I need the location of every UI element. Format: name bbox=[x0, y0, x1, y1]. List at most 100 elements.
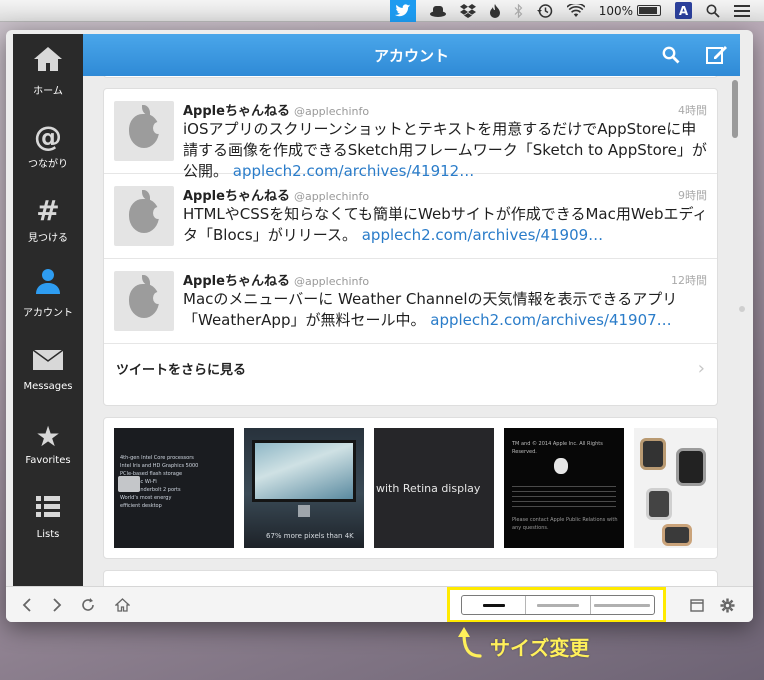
sidebar-item-account[interactable]: アカウント bbox=[13, 258, 83, 328]
sidebar-item-label: ホーム bbox=[33, 86, 63, 97]
tweet-item[interactable]: Appleちゃんねる @applechinfo 12時間 Macのメニューバーに … bbox=[104, 259, 717, 344]
avatar[interactable] bbox=[114, 186, 174, 246]
watch-image bbox=[640, 438, 666, 470]
compose-button[interactable] bbox=[706, 44, 728, 66]
flame-icon[interactable] bbox=[489, 3, 500, 18]
window-edge-dot bbox=[739, 306, 745, 312]
tweet-item[interactable]: Appleちゃんねる @applechinfo 4時間 iOSアプリのスクリーンシ… bbox=[104, 89, 717, 180]
wifi-icon[interactable] bbox=[566, 4, 585, 17]
tweet-item[interactable]: Appleちゃんねる @applechinfo 9時間 HTMLやCSSを知らなく… bbox=[104, 174, 717, 259]
avatar[interactable] bbox=[114, 101, 174, 161]
gear-icon bbox=[719, 597, 735, 613]
tweet-body: iOSアプリのスクリーンショットとテキストを用意するだけでAppStoreに申請… bbox=[183, 119, 708, 182]
media-caption-line: efficient desktop bbox=[120, 503, 162, 509]
tweet-body: Macのメニューバーに Weather Channelの天気情報を表示できるアプ… bbox=[183, 289, 708, 331]
time-machine-icon[interactable] bbox=[536, 3, 553, 19]
battery-percentage: 100% bbox=[598, 3, 633, 18]
search-icon bbox=[662, 46, 680, 64]
chevron-right-icon bbox=[53, 598, 62, 612]
timeline-content[interactable]: Appleちゃんねる @applechinfo 4時間 iOSアプリのスクリーンシ… bbox=[83, 76, 740, 586]
media-caption-line: World's most energy bbox=[120, 495, 172, 501]
sidebar-item-messages[interactable]: Messages bbox=[13, 334, 83, 404]
size-bar-icon bbox=[482, 603, 505, 607]
media-thumbnail[interactable]: with Retina display bbox=[374, 428, 494, 548]
sidebar: ホーム @ つながり # 見つける アカウント Messages ★ Favor… bbox=[13, 34, 83, 586]
bottom-toolbar bbox=[6, 586, 753, 622]
twitter-icon[interactable] bbox=[389, 0, 416, 22]
media-caption-line: TM and © 2014 Apple Inc. All Rights Rese… bbox=[512, 441, 603, 455]
tweet-link[interactable]: applech2.com/archives/41907… bbox=[430, 311, 671, 329]
media-thumbnail[interactable]: TM and © 2014 Apple Inc. All Rights Rese… bbox=[504, 428, 624, 548]
tweet-author-handle[interactable]: @applechinfo bbox=[294, 275, 369, 288]
menu-list-icon[interactable] bbox=[734, 4, 750, 17]
sidebar-item-label: Messages bbox=[23, 380, 73, 392]
tweet-link[interactable]: applech2.com/archives/41909… bbox=[362, 226, 603, 244]
sidebar-item-lists[interactable]: Lists bbox=[13, 482, 83, 552]
hashtag-icon: # bbox=[36, 193, 60, 227]
size-option-small[interactable] bbox=[462, 596, 527, 614]
size-option-medium[interactable] bbox=[526, 596, 591, 614]
apple-logo-icon bbox=[129, 190, 163, 233]
home-button[interactable] bbox=[112, 595, 132, 615]
tweet-timestamp: 9時間 bbox=[678, 189, 707, 202]
sidebar-item-label: Favorites bbox=[25, 454, 71, 466]
tweet-header: Appleちゃんねる @applechinfo bbox=[183, 270, 369, 289]
scrollbar[interactable] bbox=[732, 80, 738, 138]
tweet-author-name[interactable]: Appleちゃんねる bbox=[183, 189, 290, 204]
page-title: アカウント bbox=[373, 46, 449, 65]
sidebar-item-home[interactable]: ホーム bbox=[13, 36, 83, 106]
sidebar-item-discover[interactable]: # 見つける bbox=[13, 184, 83, 254]
size-bar-icon bbox=[594, 603, 651, 607]
size-switcher[interactable] bbox=[461, 595, 655, 615]
tweet-author-name[interactable]: Appleちゃんねる bbox=[183, 274, 290, 289]
sidebar-item-connect[interactable]: @ つながり bbox=[13, 110, 83, 180]
curved-arrow-icon bbox=[458, 627, 482, 658]
hat-icon[interactable] bbox=[429, 5, 446, 17]
size-option-large[interactable] bbox=[591, 596, 654, 614]
tweet-author-handle[interactable]: @applechinfo bbox=[294, 190, 369, 203]
tweet-author-handle[interactable]: @applechinfo bbox=[294, 105, 369, 118]
media-thumbnail[interactable]: 4th-gen Intel Core processors Intel Iris… bbox=[114, 428, 234, 548]
dropbox-icon[interactable] bbox=[459, 3, 476, 18]
person-icon bbox=[34, 267, 62, 302]
input-method-icon[interactable]: A bbox=[675, 2, 692, 19]
imac-image bbox=[252, 440, 356, 502]
media-caption-line: Please contact Apple Public Relations wi… bbox=[512, 517, 618, 531]
mac-mini-image bbox=[118, 476, 140, 492]
sidebar-item-label: アカウント bbox=[23, 308, 73, 319]
media-caption: with Retina display bbox=[376, 482, 481, 495]
watch-image bbox=[676, 448, 706, 486]
apple-logo-icon bbox=[129, 105, 163, 148]
sidebar-item-favorites[interactable]: ★ Favorites bbox=[13, 408, 83, 478]
more-tweets-button[interactable]: ツイートをさらに見る › bbox=[104, 344, 717, 392]
battery-icon bbox=[637, 5, 661, 16]
back-button[interactable] bbox=[17, 595, 37, 615]
tweet-header: Appleちゃんねる @applechinfo bbox=[183, 185, 369, 204]
reload-button[interactable] bbox=[78, 595, 98, 615]
tweets-card: Appleちゃんねる @applechinfo 4時間 iOSアプリのスクリーンシ… bbox=[103, 88, 718, 406]
home-icon bbox=[114, 598, 130, 612]
media-caption-line: Intel Iris and HD Graphics 5000 bbox=[120, 463, 199, 469]
list-icon bbox=[35, 494, 61, 527]
settings-button[interactable] bbox=[717, 595, 737, 615]
sidebar-item-label: Lists bbox=[36, 529, 60, 540]
bluetooth-icon[interactable] bbox=[514, 3, 523, 18]
previous-card-edge bbox=[103, 76, 718, 78]
tweet-author-name[interactable]: Appleちゃんねる bbox=[183, 104, 290, 119]
forward-button[interactable] bbox=[47, 595, 67, 615]
sidebar-item-label: つながり bbox=[28, 158, 68, 170]
chevron-right-icon: › bbox=[697, 358, 705, 379]
avatar[interactable] bbox=[114, 271, 174, 331]
media-thumbnail[interactable] bbox=[634, 428, 717, 548]
window-layout-button[interactable] bbox=[687, 595, 707, 615]
home-icon bbox=[33, 45, 63, 80]
tweet-timestamp: 12時間 bbox=[671, 274, 707, 287]
media-thumbnail[interactable]: 67% more pixels than 4K bbox=[244, 428, 364, 548]
window-icon bbox=[690, 598, 704, 612]
search-button[interactable] bbox=[660, 44, 682, 66]
app-window: ホーム @ つながり # 見つける アカウント Messages ★ Favor… bbox=[6, 30, 753, 622]
imac-stand bbox=[298, 505, 310, 517]
resize-annotation: サイズ変更 bbox=[458, 626, 589, 662]
spotlight-icon[interactable] bbox=[706, 4, 720, 18]
battery-indicator[interactable]: 100% bbox=[599, 4, 661, 18]
